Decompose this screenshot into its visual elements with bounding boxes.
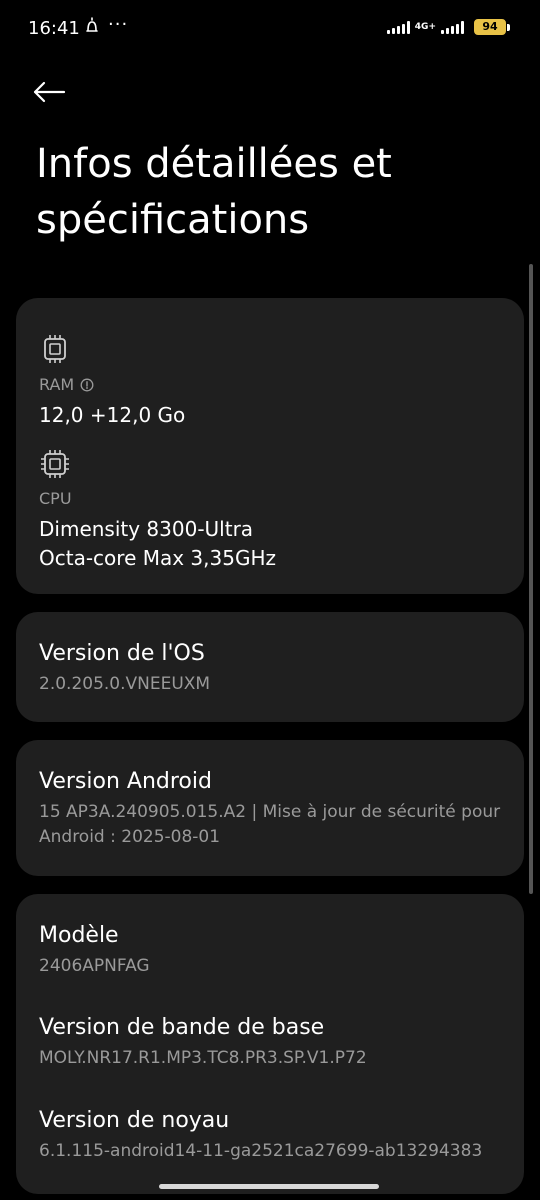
- ram-value: 12,0 +12,0 Go: [39, 403, 186, 427]
- baseband-value: MOLY.NR17.R1.MP3.TC8.PR3.SP.V1.P72: [39, 1048, 367, 1068]
- cpu-label: CPU: [39, 489, 72, 508]
- android-version-card[interactable]: Version Android 15 AP3A.240905.015.A2 | …: [16, 740, 524, 876]
- hardware-card: RAM 12,0 +12,0 Go CPU Dimensity 8300-Ult…: [16, 298, 524, 594]
- info-icon[interactable]: [80, 378, 94, 392]
- alarm-bell-icon: [84, 16, 100, 39]
- more-notifications-icon: ···: [108, 14, 129, 35]
- signal-strength-icon: [386, 20, 410, 34]
- kernel-title: Version de noyau: [39, 1108, 230, 1133]
- scrollbar[interactable]: [529, 264, 533, 894]
- home-indicator[interactable]: [159, 1184, 379, 1189]
- status-indicators: 4G+ 94: [386, 19, 510, 35]
- ram-label-row: RAM: [39, 375, 94, 394]
- os-version-value: 2.0.205.0.VNEEUXM: [39, 674, 211, 694]
- kernel-value: 6.1.115-android14-11-ga2521ca27699-ab132…: [39, 1141, 483, 1161]
- network-type-label: 4G+: [414, 21, 436, 32]
- status-bar: 16:41 ··· 4G+ 94: [0, 0, 540, 60]
- back-button[interactable]: [32, 72, 76, 112]
- status-time: 16:41: [28, 18, 80, 39]
- model-value: 2406APNFAG: [39, 956, 150, 976]
- battery-level: 94: [474, 19, 506, 35]
- cpu-chip-icon: [41, 450, 69, 478]
- model-title: Modèle: [39, 923, 119, 948]
- signal-strength-icon-2: [441, 20, 464, 34]
- android-version-value: 15 AP3A.240905.015.A2 | Mise à jour de s…: [39, 802, 501, 847]
- cpu-value-model: Dimensity 8300-Ultra: [39, 517, 254, 541]
- os-version-card[interactable]: Version de l'OS 2.0.205.0.VNEEUXM: [16, 612, 524, 722]
- device-info-card: Modèle 2406APNFAG Version de bande de ba…: [16, 894, 524, 1194]
- os-version-title: Version de l'OS: [39, 641, 205, 666]
- back-arrow-icon: [33, 81, 66, 103]
- memory-chip-icon: [44, 335, 66, 363]
- battery-icon: 94: [474, 19, 510, 35]
- baseband-title: Version de bande de base: [39, 1015, 325, 1040]
- page-title: Infos détaillées et spécifications: [36, 141, 392, 243]
- cpu-value-cores: Octa-core Max 3,35GHz: [39, 546, 277, 570]
- ram-label: RAM: [39, 375, 75, 394]
- android-version-title: Version Android: [39, 769, 212, 794]
